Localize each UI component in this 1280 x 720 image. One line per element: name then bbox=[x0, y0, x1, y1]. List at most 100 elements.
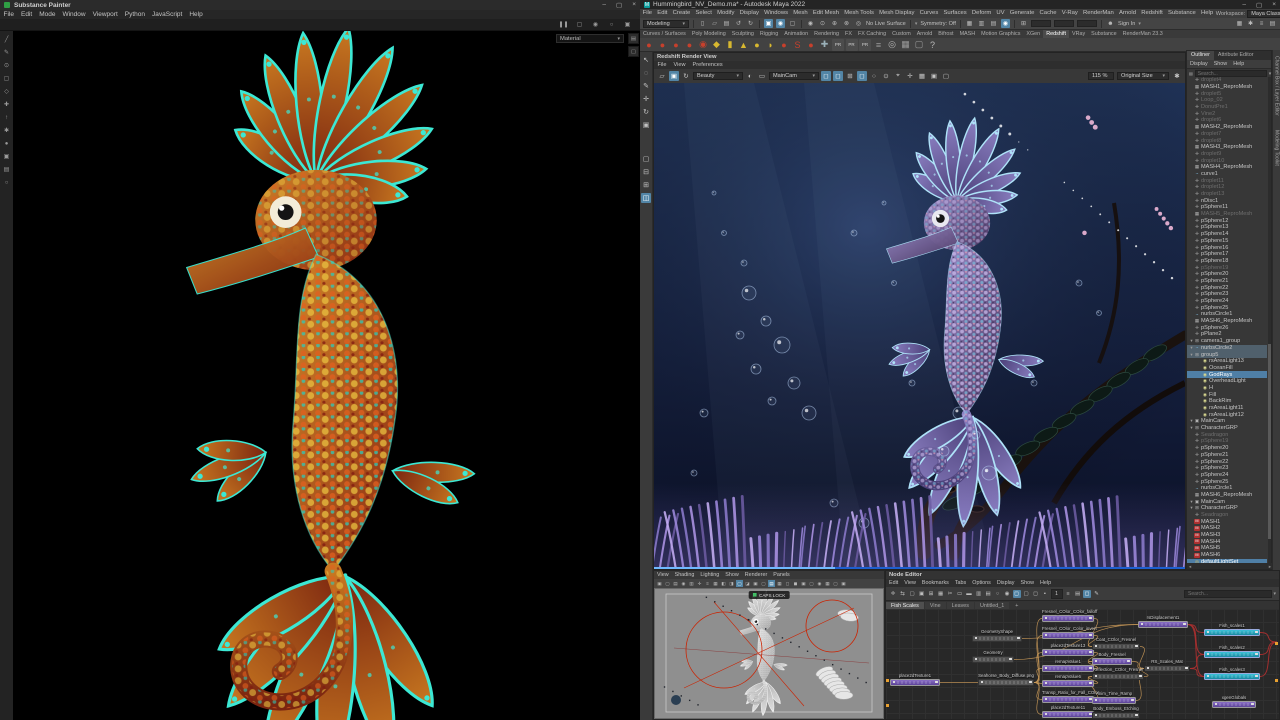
outliner-item[interactable]: ◉BackRim bbox=[1187, 398, 1267, 405]
viewport-tool-icon[interactable]: ▥ bbox=[688, 580, 695, 587]
maya-menu-display[interactable]: Display bbox=[737, 9, 762, 18]
node-editor-zoom-value[interactable]: 1 bbox=[1051, 589, 1063, 599]
maya-menu-mesh[interactable]: Mesh bbox=[791, 9, 811, 18]
viewport-tool-icon[interactable]: ◉ bbox=[816, 580, 823, 587]
node-editor-tool-icon[interactable]: ◻ bbox=[1013, 590, 1021, 598]
shelf-tab-rendering[interactable]: Rendering bbox=[811, 30, 842, 38]
outliner-menu-display[interactable]: Display bbox=[1187, 60, 1211, 68]
sp-tool-icon[interactable]: ◇ bbox=[2, 87, 11, 96]
node-out-port[interactable] bbox=[1009, 658, 1012, 661]
outliner-item[interactable]: ▾~nurbsCircle2 bbox=[1187, 345, 1267, 352]
outliner-item[interactable]: ✛pSphere22 bbox=[1187, 284, 1267, 291]
ipr-render-icon[interactable]: ▤ bbox=[989, 19, 998, 28]
viewport-menu-show[interactable]: Show bbox=[722, 571, 742, 579]
redo-icon[interactable]: ↻ bbox=[746, 19, 755, 28]
sp-side-icon[interactable]: ▢ bbox=[628, 46, 639, 57]
outliner-item[interactable]: ◉Fill bbox=[1187, 391, 1267, 398]
maya-menu-file[interactable]: File bbox=[640, 9, 655, 18]
gear-icon[interactable]: ✱ bbox=[1172, 71, 1182, 81]
snap-plane-icon[interactable]: ⊗ bbox=[842, 19, 851, 28]
viewport-tool-icon[interactable]: ≡ bbox=[704, 580, 711, 587]
rv-region-icon[interactable]: ○ bbox=[869, 71, 879, 81]
rv-size-dropdown[interactable]: Original Size ▾ bbox=[1117, 72, 1169, 80]
redshift-light-icon[interactable]: ◉ bbox=[697, 39, 709, 51]
node-out-port[interactable] bbox=[1131, 699, 1134, 702]
node-out-port[interactable] bbox=[935, 681, 938, 684]
sp-tool-icon[interactable]: ● bbox=[2, 139, 11, 148]
outliner-item[interactable]: ▦MASH5_ReproMesh bbox=[1187, 211, 1267, 218]
outliner-item[interactable]: ▾▣MainCam bbox=[1187, 418, 1267, 425]
node-in-port[interactable] bbox=[893, 681, 896, 684]
node-editor-tool-icon[interactable]: ⇆ bbox=[899, 590, 907, 598]
shelf-page-icon[interactable]: ▢ bbox=[913, 39, 925, 51]
outliner-item[interactable]: ◉rsAreaLight11 bbox=[1187, 405, 1267, 412]
settings-icon[interactable]: ✱ bbox=[1246, 19, 1255, 28]
node-editor-tool-icon[interactable]: ▪ bbox=[1041, 590, 1049, 598]
graph-node[interactable]: Fish_scales3 bbox=[1204, 667, 1260, 680]
node-out-port[interactable] bbox=[1255, 675, 1258, 678]
select-component-icon[interactable]: ▢ bbox=[788, 19, 797, 28]
sp-menu-edit[interactable]: Edit bbox=[17, 10, 35, 19]
undo-icon[interactable]: ↺ bbox=[734, 19, 743, 28]
shelf-proxy-2-icon[interactable]: PR bbox=[859, 39, 871, 51]
graph-node[interactable]: place2dTexture13 bbox=[1042, 643, 1094, 656]
viewport-menu-view[interactable]: View bbox=[654, 571, 672, 579]
outliner-item[interactable]: ▦MASH1_ReproMesh bbox=[1187, 84, 1267, 91]
rv-snapshot-icon[interactable]: ▣ bbox=[669, 71, 679, 81]
redshift-render-icon[interactable]: ● bbox=[643, 39, 655, 51]
user-icon[interactable]: ☻ bbox=[1106, 19, 1115, 28]
viewport-tool-icon[interactable]: ▢ bbox=[664, 580, 671, 587]
outliner-item[interactable]: ✛pSphere19 bbox=[1187, 438, 1267, 445]
graph-node[interactable]: xgenGlobals bbox=[1212, 695, 1256, 708]
node-editor-tool-icon[interactable]: ◻ bbox=[1083, 590, 1091, 598]
redshift-sun-icon[interactable]: ● bbox=[778, 39, 790, 51]
snap-surface-icon[interactable]: ◎ bbox=[854, 19, 863, 28]
outliner-toggle-icon[interactable]: ▦ bbox=[1235, 19, 1244, 28]
shelf-tab-fx-caching[interactable]: FX Caching bbox=[855, 30, 889, 38]
outliner-item[interactable]: ✛droplet4 bbox=[1187, 77, 1267, 84]
maya-menu-create[interactable]: Create bbox=[670, 9, 693, 18]
outliner-item[interactable]: ✛pSphere20 bbox=[1187, 271, 1267, 278]
filter-icon[interactable]: ▤ bbox=[1189, 71, 1193, 77]
outliner-item[interactable]: ✛droplet10 bbox=[1187, 157, 1267, 164]
outliner-item[interactable]: ✛pSphere11 bbox=[1187, 204, 1267, 211]
sp-tool-icon[interactable]: ▢ bbox=[2, 74, 11, 83]
outliner-menu-show[interactable]: Show bbox=[1211, 60, 1231, 68]
maya-menu-help[interactable]: Help bbox=[1198, 9, 1215, 18]
maya-menu-arnold[interactable]: Arnold bbox=[1116, 9, 1138, 18]
outliner-item[interactable]: ✛pSphere14 bbox=[1187, 231, 1267, 238]
node-in-port[interactable] bbox=[1045, 651, 1048, 654]
outliner-item[interactable]: MMASH6 bbox=[1187, 552, 1267, 559]
viewport-tool-icon[interactable]: ▣ bbox=[800, 580, 807, 587]
outliner-item[interactable]: ✛droplet9 bbox=[1187, 151, 1267, 158]
sp-tool-icon[interactable]: ↑ bbox=[2, 113, 11, 122]
maya-titlebar[interactable]: M Hummingbird_NV_Demo.ma* - Autodesk May… bbox=[640, 0, 1280, 9]
viewport-canvas[interactable]: ▦ CAPS LOCK bbox=[654, 588, 884, 719]
node-editor-tool-icon[interactable]: ▦ bbox=[937, 590, 945, 598]
outliner-item[interactable]: ▦MASH6_ReproMesh bbox=[1187, 318, 1267, 325]
viewport-tool-icon[interactable]: ▤ bbox=[672, 580, 679, 587]
workspace-dropdown[interactable]: Maya Classic* ▾ bbox=[1247, 10, 1280, 18]
node-editor-tool-icon[interactable]: ⊞ bbox=[927, 590, 935, 598]
outliner-item[interactable]: ◉rsAreaLight13 bbox=[1187, 358, 1267, 365]
add-attribute-icon[interactable]: ✚ bbox=[819, 39, 831, 51]
sp-menu-window[interactable]: Window bbox=[59, 10, 89, 19]
lasso-tool-icon[interactable]: ◌ bbox=[641, 68, 651, 78]
node-out-port[interactable] bbox=[1183, 623, 1186, 626]
viewport-tool-icon[interactable]: ▦ bbox=[776, 580, 783, 587]
node-out-port[interactable] bbox=[1127, 660, 1130, 663]
rv-pan-icon[interactable]: ✛ bbox=[905, 71, 915, 81]
shelf-grid-icon[interactable]: ▦ bbox=[900, 39, 912, 51]
shelf-tab-bifrost[interactable]: Bifrost bbox=[935, 30, 956, 38]
node-out-port[interactable] bbox=[1089, 634, 1092, 637]
snap-grid-icon[interactable]: ◉ bbox=[806, 19, 815, 28]
graph-node[interactable]: Body_Fresnel bbox=[1092, 652, 1132, 665]
outliner-item[interactable]: ✛pSphere21 bbox=[1187, 278, 1267, 285]
render-view-icon[interactable]: ◉ bbox=[1001, 19, 1010, 28]
outliner-item[interactable]: ◉GodRays bbox=[1187, 371, 1267, 378]
outliner-item[interactable]: ▾▣MainCam bbox=[1187, 498, 1267, 505]
outliner-item[interactable]: ✛pSphere24 bbox=[1187, 298, 1267, 305]
outliner-item[interactable]: ✛Seadragon bbox=[1187, 512, 1267, 519]
maya-menu-uv[interactable]: UV bbox=[994, 9, 1007, 18]
node-out-port[interactable] bbox=[1139, 675, 1142, 678]
